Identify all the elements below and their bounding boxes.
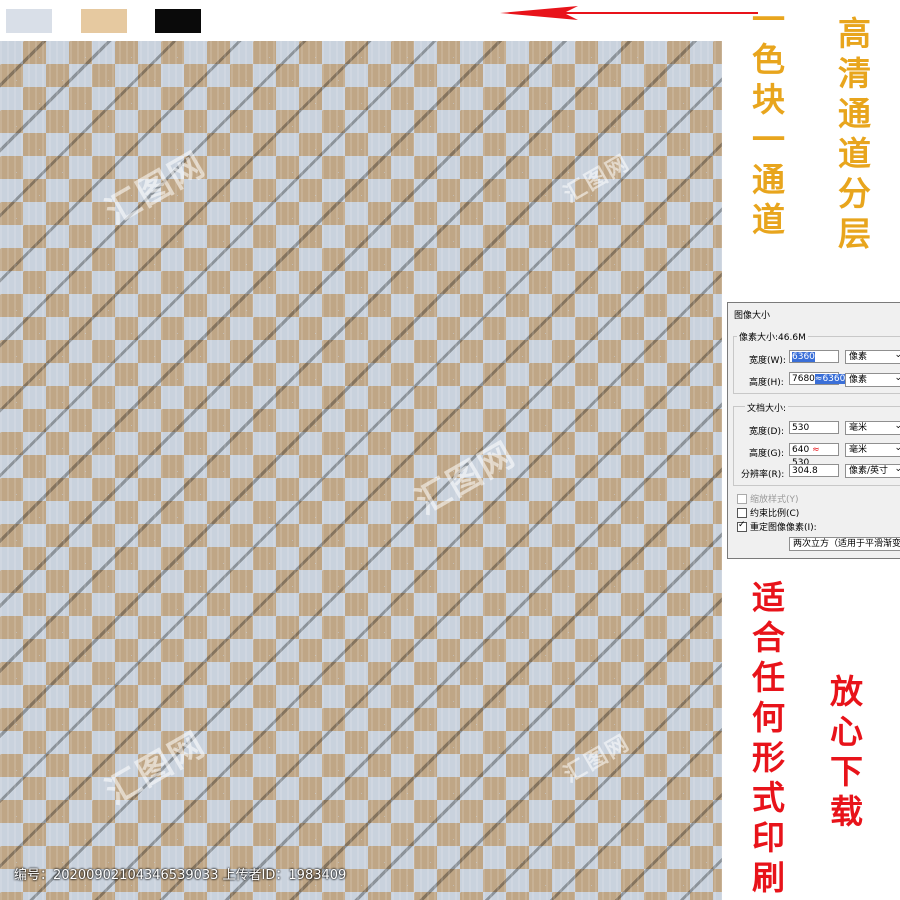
diamond-pattern-image: 汇图网 汇图网 汇图网 汇图网 汇图网 <box>0 41 722 900</box>
color-swatch-black <box>155 9 201 33</box>
document-size-label: 文档大小: <box>745 401 789 414</box>
promo-text-hd-channel-layers: 高清通道分层 <box>838 14 871 253</box>
dialog-title: 图像大小 <box>734 311 771 321</box>
doc-width-input[interactable]: 530 <box>789 421 839 434</box>
width-input[interactable]: 6360 <box>789 350 839 363</box>
doc-height-input[interactable]: 640 ≈ 530 <box>789 443 839 468</box>
promo-text-safe-download: 放心下载 <box>830 672 863 831</box>
arrow-left-icon <box>500 6 758 20</box>
scale-styles-checkbox[interactable]: 缩放样式(Y) <box>737 492 799 505</box>
doc-height-label: 高度(G): <box>749 449 785 459</box>
doc-height-unit-select[interactable]: 毫米 <box>845 442 900 457</box>
doc-width-label: 宽度(D): <box>749 427 784 437</box>
resolution-input[interactable]: 304.8 <box>789 464 839 477</box>
width-label: 宽度(W): <box>749 356 786 366</box>
height-label: 高度(H): <box>749 378 784 388</box>
resolution-unit-select[interactable]: 像素/英寸 <box>845 463 900 478</box>
constrain-proportions-checkbox[interactable]: 约束比例(C) <box>737 506 799 519</box>
color-swatch-tan <box>81 9 127 33</box>
image-size-dialog: 图像大小 像素大小:46.6M 宽度(W): 6360 像素 高度(H): 76… <box>727 302 900 559</box>
pixel-dimensions-label: 像素大小:46.6M <box>737 330 808 343</box>
resolution-label: 分辨率(R): <box>741 470 785 480</box>
color-swatch-light <box>6 9 52 33</box>
image-id-footer: 编号：20200902104346539033 上传者ID：1983409 <box>14 868 347 883</box>
resample-method-select[interactable]: 两次立方（适用于平滑渐变 <box>789 536 900 551</box>
doc-width-unit-select[interactable]: 毫米 <box>845 420 900 435</box>
promo-text-any-print: 适合任何形式印刷 <box>752 578 785 897</box>
width-unit-select[interactable]: 像素 <box>845 349 900 364</box>
resample-image-checkbox[interactable]: 重定图像像素(I): <box>737 520 817 533</box>
height-unit-select[interactable]: 像素 <box>845 372 900 387</box>
promo-text-single-color-channel: 一色块一通道 <box>752 0 785 239</box>
height-input[interactable]: 7680≈6360 <box>789 372 846 385</box>
